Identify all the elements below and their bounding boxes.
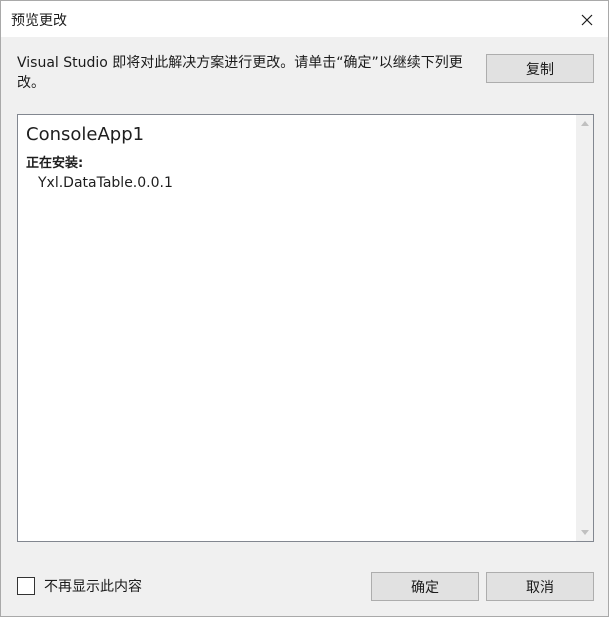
vertical-scrollbar[interactable]	[576, 115, 593, 541]
changes-panel[interactable]: ConsoleApp1 正在安装: Yxl.DataTable.0.0.1	[17, 114, 594, 542]
close-icon	[581, 14, 593, 26]
copy-button[interactable]: 复制	[486, 54, 594, 83]
package-item: Yxl.DataTable.0.0.1	[38, 175, 173, 191]
dont-show-checkbox[interactable]	[17, 577, 35, 595]
scroll-up-icon	[580, 121, 589, 126]
description-text: Visual Studio 即将对此解决方案进行更改。请单击“确定”以继续下列更…	[17, 55, 463, 91]
scroll-up-button[interactable]	[576, 115, 593, 132]
project-name: ConsoleApp1	[26, 124, 145, 145]
installing-heading: 正在安装:	[26, 156, 84, 171]
changes-content: ConsoleApp1 正在安装: Yxl.DataTable.0.0.1	[26, 123, 569, 193]
dialog-title: 预览更改	[11, 13, 67, 29]
cancel-button[interactable]: 取消	[486, 572, 594, 601]
dont-show-again[interactable]: 不再显示此内容	[17, 576, 142, 596]
preview-changes-dialog: 预览更改 Visual Studio 即将对此解决方案进行更改。请单击“确定”以…	[0, 0, 609, 617]
title-bar: 预览更改	[1, 1, 608, 37]
ok-button[interactable]: 确定	[371, 572, 479, 601]
scroll-down-icon	[580, 530, 589, 535]
close-button[interactable]	[574, 7, 600, 33]
scroll-down-button[interactable]	[576, 524, 593, 541]
dont-show-label: 不再显示此内容	[44, 579, 142, 595]
